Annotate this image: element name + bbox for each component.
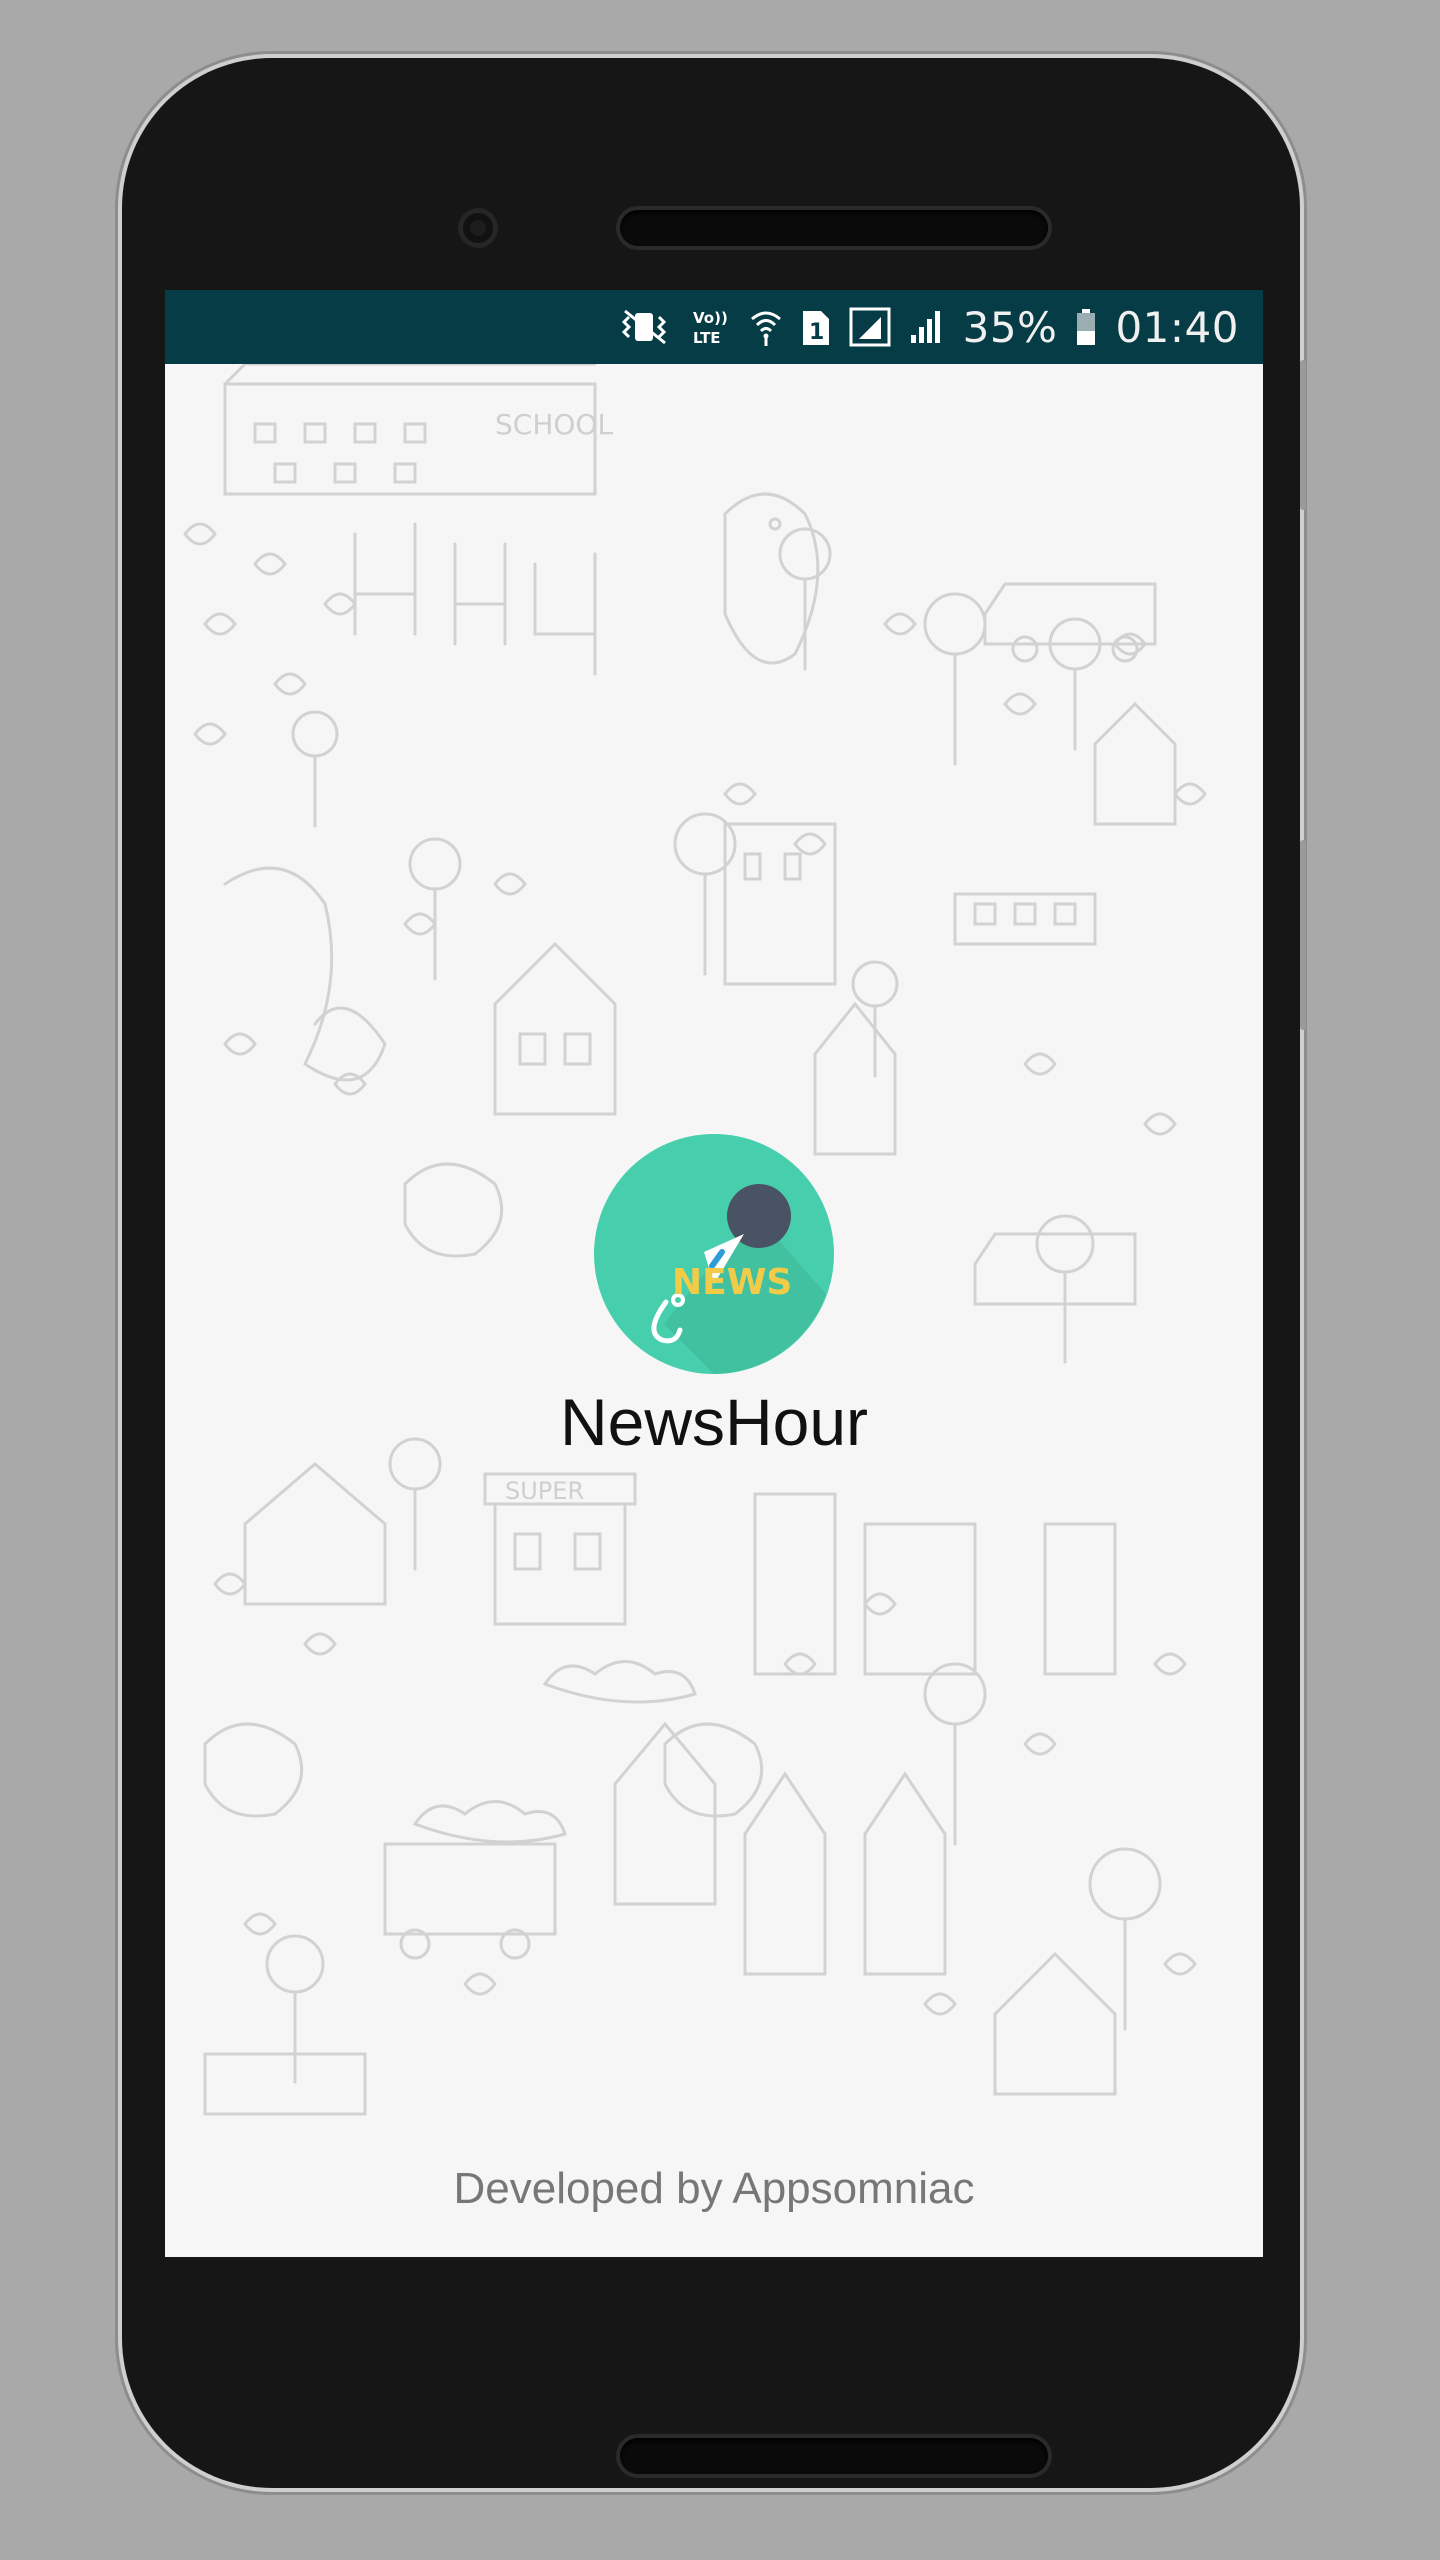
splash-screen: SCHOOL SUPER NEWS NewsHour Developed by … <box>165 364 1263 2257</box>
earpiece-speaker <box>620 210 1048 246</box>
app-logo: NEWS <box>594 1134 834 1374</box>
sim-1-icon: 1 <box>801 307 831 347</box>
volume-button <box>1300 360 1306 510</box>
wifi-icon <box>749 307 783 347</box>
svg-text:Vo)): Vo)) <box>693 309 728 327</box>
volte-icon: Vo)) LTE <box>691 305 731 349</box>
front-camera <box>458 208 498 248</box>
bottom-speaker <box>620 2438 1048 2474</box>
phone-screen: Vo)) LTE 1 35% 01:40 SCHOOL SUPER NEWS N… <box>165 290 1263 2257</box>
svg-text:LTE: LTE <box>693 329 721 347</box>
svg-text:1: 1 <box>809 320 824 345</box>
developer-credit: Developed by Appsomniac <box>453 2164 975 2213</box>
battery-icon <box>1075 307 1097 347</box>
svg-text:NEWS: NEWS <box>672 1262 792 1303</box>
vibrate-icon <box>617 307 673 347</box>
signal-icon <box>909 307 945 347</box>
svg-text:SUPER: SUPER <box>505 1477 584 1505</box>
battery-percent: 35% <box>962 302 1058 352</box>
signal-icon <box>849 307 891 347</box>
svg-text:SCHOOL: SCHOOL <box>495 408 613 441</box>
power-button <box>1300 840 1306 1030</box>
status-time: 01:40 <box>1115 302 1239 352</box>
app-title: NewsHour <box>559 1385 869 1459</box>
status-bar: Vo)) LTE 1 35% 01:40 <box>165 290 1263 364</box>
